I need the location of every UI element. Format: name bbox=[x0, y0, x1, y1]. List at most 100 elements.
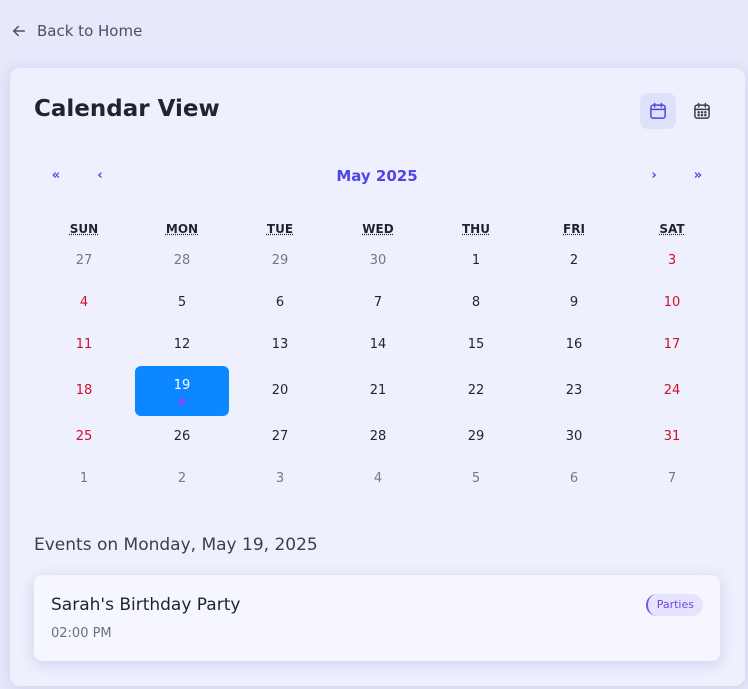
event-time: 02:00 PM bbox=[51, 626, 112, 641]
weekday-label: MON bbox=[165, 222, 199, 236]
calendar-day[interactable]: 23 bbox=[525, 366, 623, 416]
event-title: Sarah's Birthday Party bbox=[51, 595, 241, 615]
calendar-day[interactable]: 7 bbox=[623, 458, 721, 500]
day-number: 23 bbox=[565, 383, 583, 398]
day-number: 13 bbox=[271, 337, 289, 352]
day-number: 18 bbox=[75, 383, 93, 398]
day-number: 3 bbox=[667, 253, 677, 268]
calendar-day[interactable]: 4 bbox=[35, 282, 133, 324]
day-number: 30 bbox=[369, 253, 387, 268]
calendar-day[interactable]: 27 bbox=[231, 416, 329, 458]
calendar-day[interactable]: 5 bbox=[133, 282, 231, 324]
calendar-day[interactable]: 8 bbox=[427, 282, 525, 324]
calendar-day[interactable]: 10 bbox=[623, 282, 721, 324]
prev-month-button[interactable]: ‹ bbox=[90, 164, 110, 188]
calendar-weeks: 27 28 29 30 1 2 3 4 5 6 7 8 9 10 11 12 13 14 15 16 17 18 19 20 2… bbox=[35, 240, 721, 500]
day-number: 5 bbox=[471, 471, 481, 486]
calendar-view-button[interactable] bbox=[640, 93, 676, 129]
weekday-label: TUE bbox=[266, 222, 294, 236]
month-label: May 2025 bbox=[336, 167, 418, 185]
weekday-header: SUN MON TUE WED THU FRI SAT bbox=[35, 218, 721, 240]
calendar-day[interactable]: 28 bbox=[133, 240, 231, 282]
day-number: 22 bbox=[467, 383, 485, 398]
day-number: 4 bbox=[373, 471, 383, 486]
calendar-day[interactable]: 1 bbox=[35, 458, 133, 500]
calendar-day[interactable]: 4 bbox=[329, 458, 427, 500]
grid-view-button[interactable] bbox=[684, 93, 720, 129]
day-number: 27 bbox=[271, 429, 289, 444]
calendar-icon bbox=[650, 102, 666, 119]
calendar-day[interactable]: 2 bbox=[525, 240, 623, 282]
day-number: 2 bbox=[569, 253, 579, 268]
calendar-day[interactable]: 14 bbox=[329, 324, 427, 366]
calendar-day[interactable]: 17 bbox=[623, 324, 721, 366]
day-number: 5 bbox=[177, 295, 187, 310]
calendar-week-row: 11 12 13 14 15 16 17 bbox=[35, 324, 721, 366]
day-number: 3 bbox=[275, 471, 285, 486]
event-card[interactable]: Sarah's Birthday Party 02:00 PM Parties bbox=[34, 575, 720, 661]
day-number: 27 bbox=[75, 253, 93, 268]
calendar-day[interactable]: 11 bbox=[35, 324, 133, 366]
calendar-day[interactable]: 24 bbox=[623, 366, 721, 416]
calendar-week-row: 1 2 3 4 5 6 7 bbox=[35, 458, 721, 500]
day-number: 29 bbox=[467, 429, 485, 444]
calendar-day[interactable]: 22 bbox=[427, 366, 525, 416]
weekday-label: WED bbox=[362, 222, 394, 236]
calendar-day-selected[interactable]: 19 bbox=[135, 366, 229, 416]
calendar-day[interactable]: 18 bbox=[35, 366, 133, 416]
day-number: 15 bbox=[467, 337, 485, 352]
day-number: 7 bbox=[373, 295, 383, 310]
day-number: 17 bbox=[663, 337, 681, 352]
calendar-day[interactable]: 13 bbox=[231, 324, 329, 366]
calendar-day[interactable]: 3 bbox=[623, 240, 721, 282]
day-number: 25 bbox=[75, 429, 93, 444]
day-number: 28 bbox=[369, 429, 387, 444]
weekday-label: FRI bbox=[563, 222, 585, 236]
calendar-day[interactable]: 27 bbox=[35, 240, 133, 282]
day-number: 16 bbox=[565, 337, 583, 352]
calendar-day[interactable]: 7 bbox=[329, 282, 427, 324]
calendar-day[interactable]: 20 bbox=[231, 366, 329, 416]
calendar-day[interactable]: 12 bbox=[133, 324, 231, 366]
calendar-day[interactable]: 21 bbox=[329, 366, 427, 416]
calendar-day[interactable]: 31 bbox=[623, 416, 721, 458]
day-number: 14 bbox=[369, 337, 387, 352]
day-number: 7 bbox=[667, 471, 677, 486]
calendar-day[interactable]: 1 bbox=[427, 240, 525, 282]
day-number: 21 bbox=[369, 383, 387, 398]
next-year-button[interactable]: » bbox=[688, 164, 708, 188]
calendar-day[interactable]: 2 bbox=[133, 458, 231, 500]
day-number: 31 bbox=[663, 429, 681, 444]
day-number: 24 bbox=[663, 383, 681, 398]
day-number: 30 bbox=[565, 429, 583, 444]
calendar-card: Calendar View May 2025 « ‹ › » SUN MON T… bbox=[10, 68, 745, 686]
calendar-day[interactable]: 26 bbox=[133, 416, 231, 458]
calendar-week-row: 4 5 6 7 8 9 10 bbox=[35, 282, 721, 324]
day-number: 8 bbox=[471, 295, 481, 310]
calendar-day[interactable]: 16 bbox=[525, 324, 623, 366]
next-month-button[interactable]: › bbox=[644, 164, 664, 188]
calendar-week-row: 25 26 27 28 29 30 31 bbox=[35, 416, 721, 458]
calendar-day[interactable]: 30 bbox=[525, 416, 623, 458]
calendar-day[interactable]: 15 bbox=[427, 324, 525, 366]
calendar-day[interactable]: 29 bbox=[231, 240, 329, 282]
calendar-day[interactable]: 30 bbox=[329, 240, 427, 282]
page-title: Calendar View bbox=[34, 96, 220, 122]
calendar-day[interactable]: 5 bbox=[427, 458, 525, 500]
calendar-day[interactable]: 3 bbox=[231, 458, 329, 500]
day-number: 26 bbox=[173, 429, 191, 444]
weekday-label: SAT bbox=[659, 222, 685, 236]
day-number: 6 bbox=[275, 295, 285, 310]
calendar-day[interactable]: 9 bbox=[525, 282, 623, 324]
calendar-day[interactable]: 25 bbox=[35, 416, 133, 458]
calendar-day[interactable]: 6 bbox=[231, 282, 329, 324]
day-number: 1 bbox=[79, 471, 89, 486]
calendar-day[interactable]: 28 bbox=[329, 416, 427, 458]
day-number: 11 bbox=[75, 337, 93, 352]
back-to-home-link[interactable]: Back to Home bbox=[10, 22, 142, 40]
calendar-day[interactable]: 6 bbox=[525, 458, 623, 500]
calendar-day[interactable]: 29 bbox=[427, 416, 525, 458]
day-number: 6 bbox=[569, 471, 579, 486]
prev-year-button[interactable]: « bbox=[46, 164, 66, 188]
calendar-grid: SUN MON TUE WED THU FRI SAT 27 28 29 30 1 2 3 4… bbox=[35, 218, 721, 500]
